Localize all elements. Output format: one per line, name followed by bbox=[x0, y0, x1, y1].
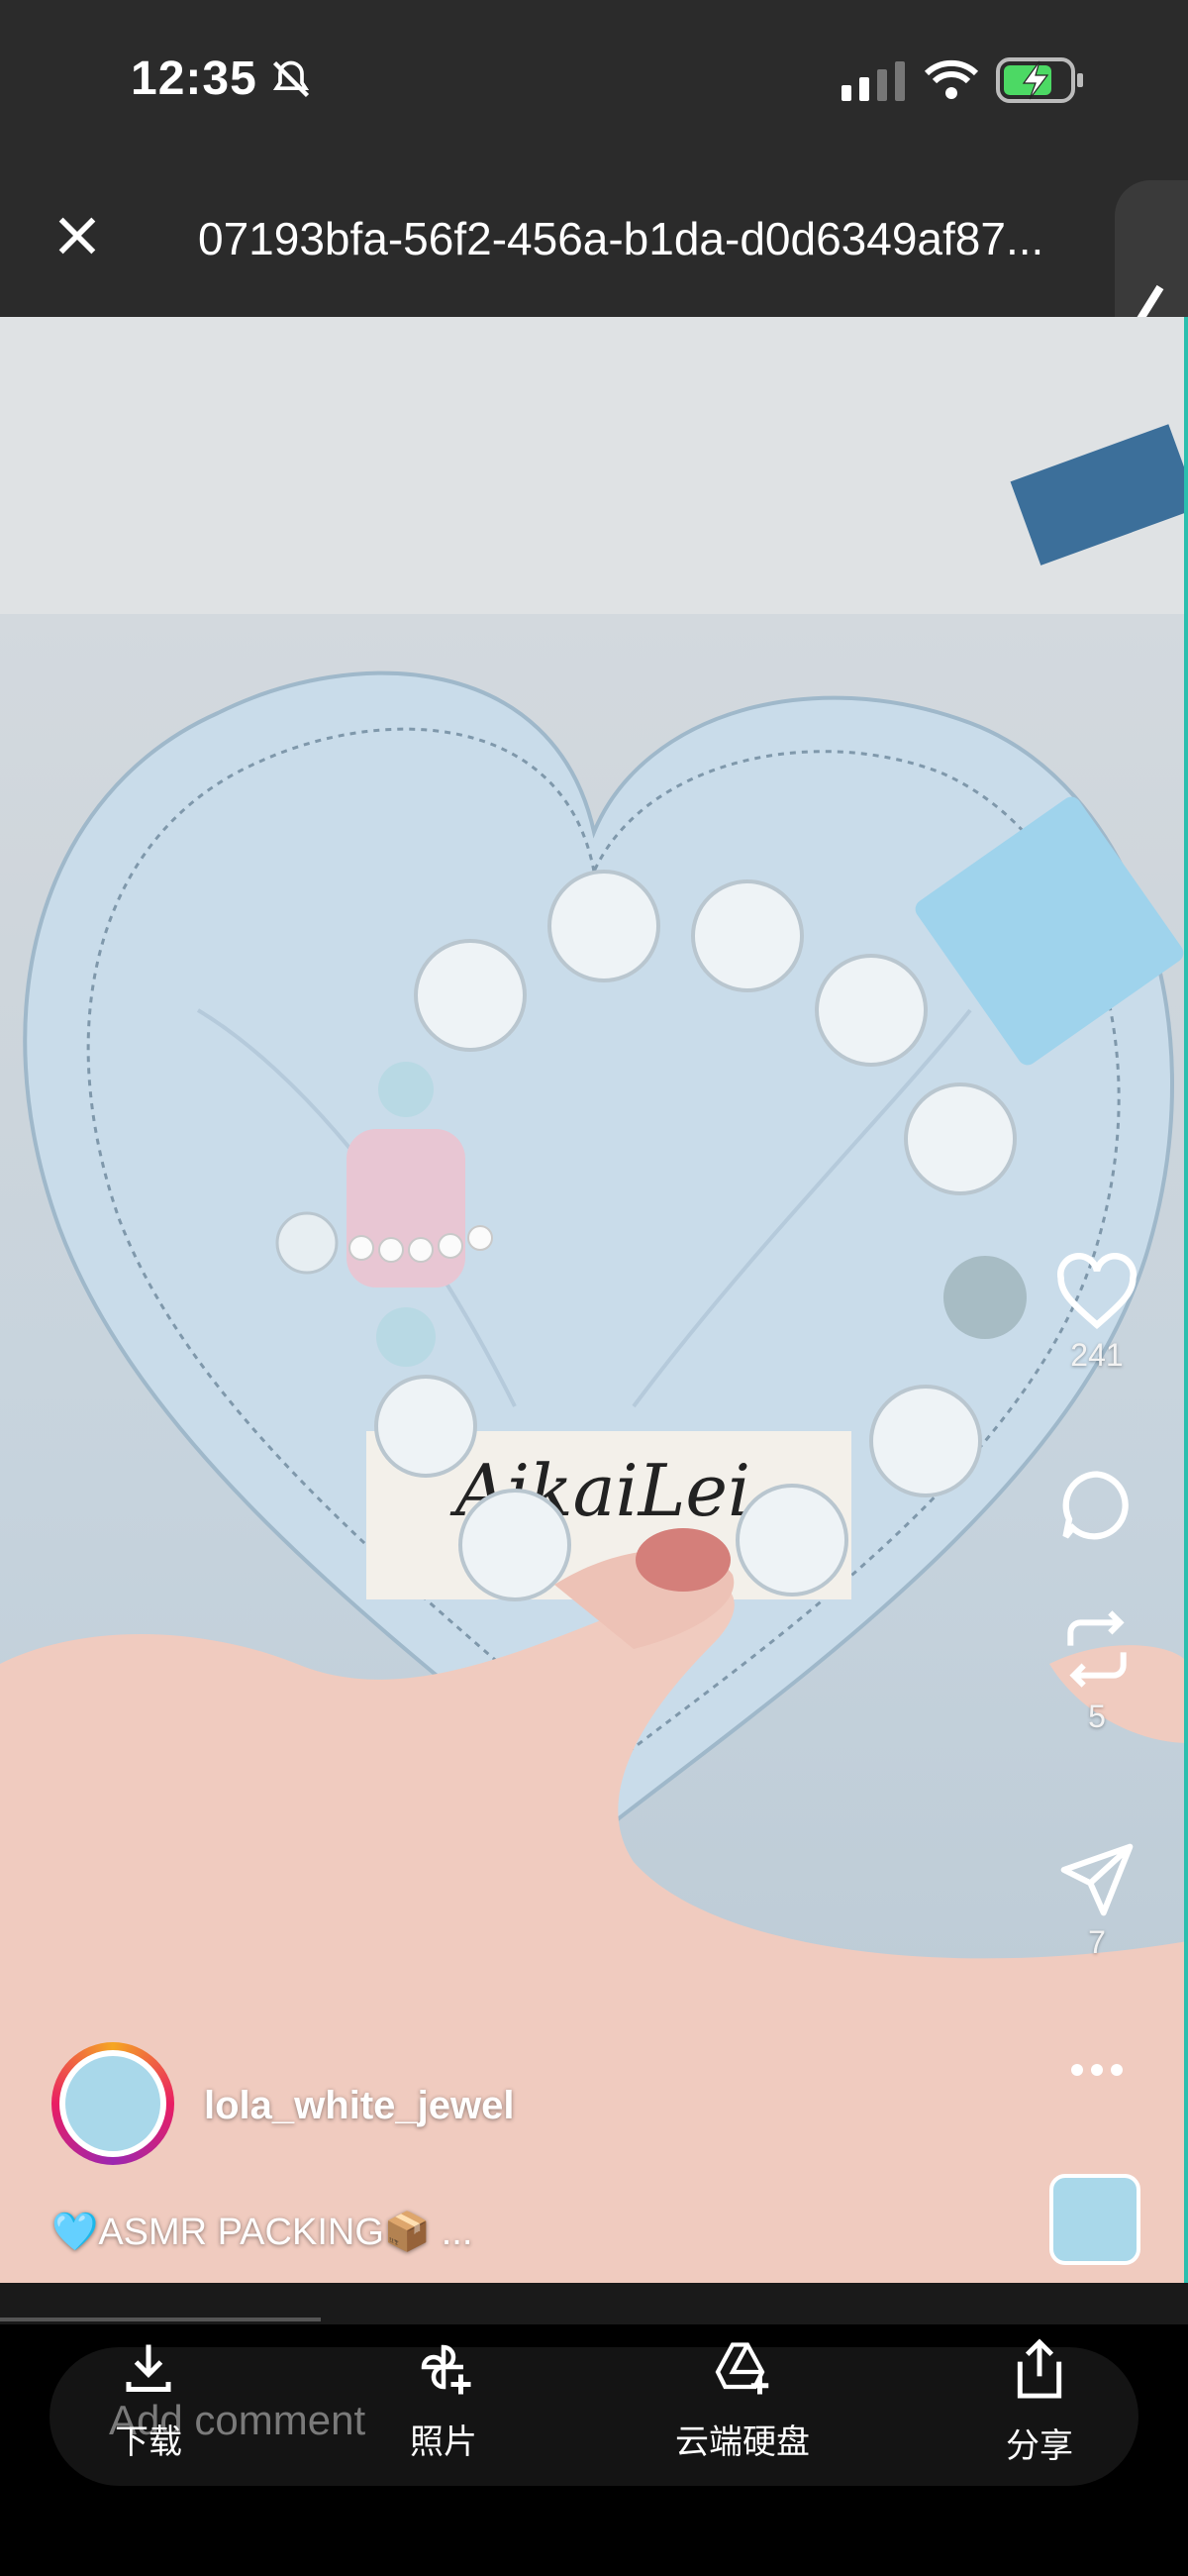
photos-label: 照片 bbox=[410, 2423, 477, 2461]
share-button[interactable]: 分享 bbox=[940, 2337, 1138, 2467]
battery-charging-icon bbox=[996, 57, 1083, 103]
paper-plane-icon bbox=[1060, 1843, 1134, 1916]
drive-icon bbox=[715, 2342, 769, 2395]
heart-icon bbox=[1057, 1253, 1137, 1330]
share-icon bbox=[1017, 2338, 1062, 2399]
file-name-title: 07193bfa-56f2-456a-b1da-d0d6349af87... bbox=[198, 213, 1044, 264]
drive-button[interactable]: 云端硬盘 bbox=[644, 2337, 842, 2463]
status-time: 12:35 bbox=[131, 52, 257, 105]
cellular-signal-icon bbox=[842, 61, 905, 101]
more-options-button[interactable] bbox=[1049, 2060, 1144, 2085]
edge-strip bbox=[1184, 317, 1188, 2283]
comment-action[interactable] bbox=[1049, 1464, 1144, 1552]
close-button[interactable] bbox=[50, 208, 105, 263]
audio-thumbnail[interactable] bbox=[1049, 2174, 1140, 2265]
repost-count: 5 bbox=[1088, 1699, 1106, 1734]
more-dots-icon bbox=[1071, 2064, 1123, 2076]
bracelet-photo-illustration: AikaiLei bbox=[0, 317, 1188, 2283]
repost-action[interactable]: 5 bbox=[1049, 1604, 1144, 1735]
share-send-action[interactable]: 7 bbox=[1049, 1840, 1144, 1961]
repost-icon bbox=[1067, 1610, 1127, 1688]
like-action[interactable]: 241 bbox=[1049, 1253, 1144, 1374]
wifi-icon bbox=[925, 59, 978, 99]
post-caption[interactable]: 🩵ASMR PACKING📦 ... bbox=[51, 2211, 472, 2254]
download-button[interactable]: 下载 bbox=[50, 2337, 248, 2463]
username[interactable]: lola_white_jewel bbox=[204, 2084, 514, 2128]
share-label: 分享 bbox=[1006, 2427, 1073, 2465]
drive-label: 云端硬盘 bbox=[675, 2423, 810, 2461]
share-count: 7 bbox=[1088, 1924, 1106, 1960]
post-photo[interactable]: AikaiLei bbox=[0, 317, 1188, 2283]
avatar[interactable] bbox=[51, 2042, 174, 2165]
comment-bubble-icon bbox=[1062, 1471, 1129, 1540]
bell-muted-icon bbox=[272, 60, 310, 98]
download-label: 下载 bbox=[115, 2423, 182, 2461]
video-progress-fill bbox=[0, 2318, 321, 2321]
photos-pinwheel-icon bbox=[421, 2344, 471, 2395]
like-count: 241 bbox=[1070, 1337, 1124, 1373]
download-icon bbox=[126, 2344, 171, 2392]
photos-button[interactable]: 照片 bbox=[345, 2337, 543, 2463]
